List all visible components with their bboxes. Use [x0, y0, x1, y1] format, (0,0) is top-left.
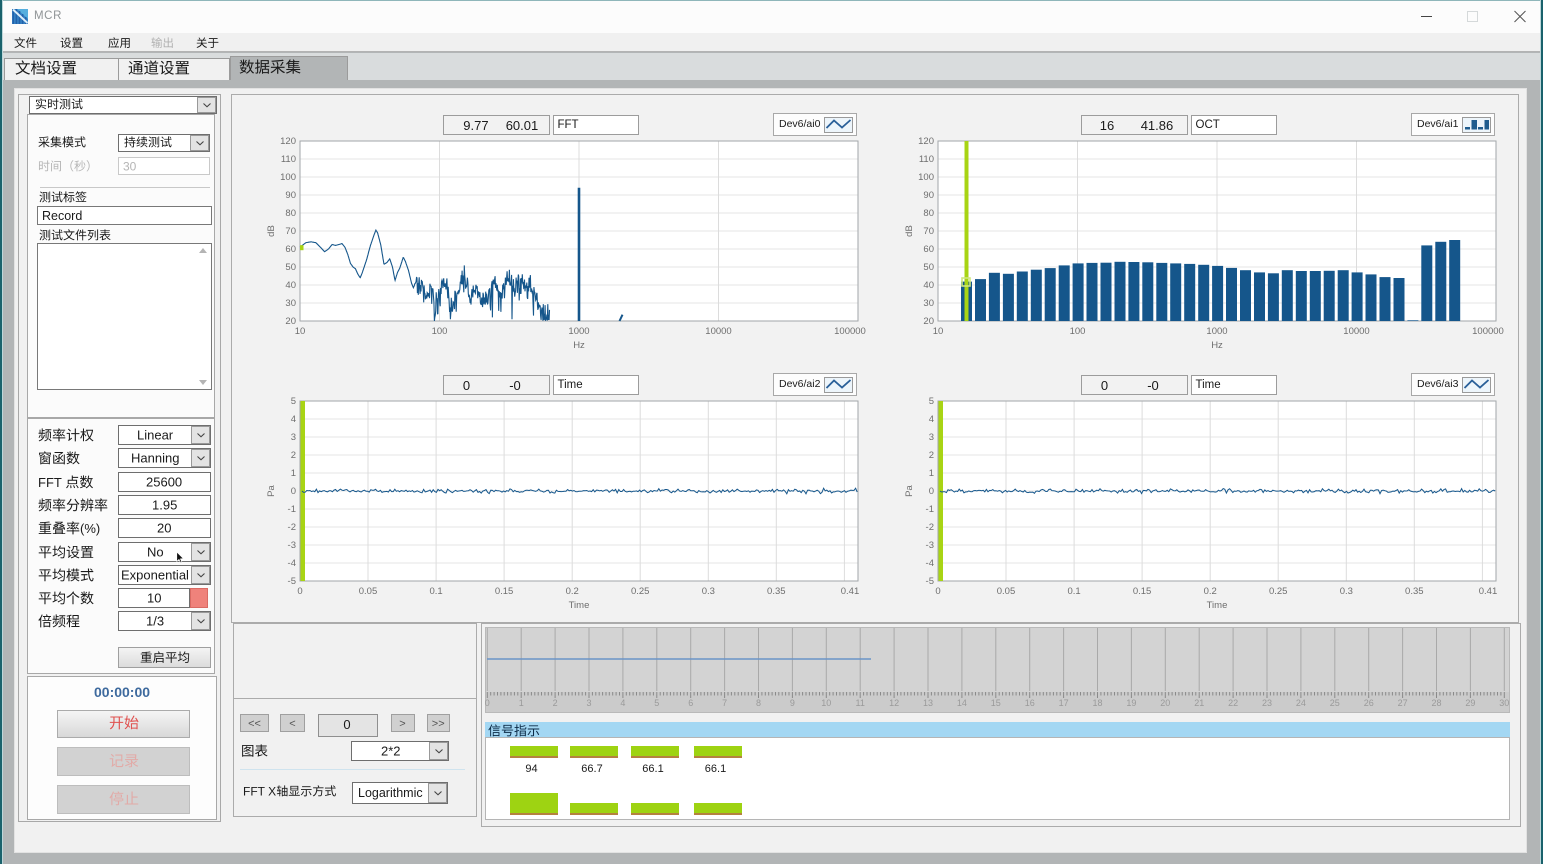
svg-text:4: 4 [620, 698, 625, 708]
svg-text:28: 28 [1431, 698, 1441, 708]
svg-text:29: 29 [1465, 698, 1475, 708]
svg-text:19: 19 [1126, 698, 1136, 708]
svg-text:22: 22 [1228, 698, 1238, 708]
svg-text:0: 0 [485, 698, 490, 708]
svg-text:3: 3 [586, 698, 591, 708]
svg-text:14: 14 [957, 698, 967, 708]
svg-text:7: 7 [722, 698, 727, 708]
svg-text:16: 16 [1025, 698, 1035, 708]
svg-text:21: 21 [1194, 698, 1204, 708]
svg-text:26: 26 [1364, 698, 1374, 708]
svg-text:5: 5 [654, 698, 659, 708]
svg-text:6: 6 [688, 698, 693, 708]
svg-text:8: 8 [756, 698, 761, 708]
svg-text:24: 24 [1296, 698, 1306, 708]
svg-text:15: 15 [991, 698, 1001, 708]
svg-text:27: 27 [1398, 698, 1408, 708]
svg-text:11: 11 [856, 698, 865, 708]
svg-text:25: 25 [1330, 698, 1340, 708]
svg-text:2: 2 [553, 698, 558, 708]
svg-text:9: 9 [790, 698, 795, 708]
svg-text:23: 23 [1262, 698, 1272, 708]
svg-text:18: 18 [1092, 698, 1102, 708]
svg-text:30: 30 [1499, 698, 1509, 708]
svg-text:13: 13 [923, 698, 933, 708]
svg-text:10: 10 [821, 698, 831, 708]
svg-text:12: 12 [889, 698, 899, 708]
svg-text:17: 17 [1059, 698, 1069, 708]
svg-text:20: 20 [1160, 698, 1170, 708]
svg-text:1: 1 [519, 698, 524, 708]
